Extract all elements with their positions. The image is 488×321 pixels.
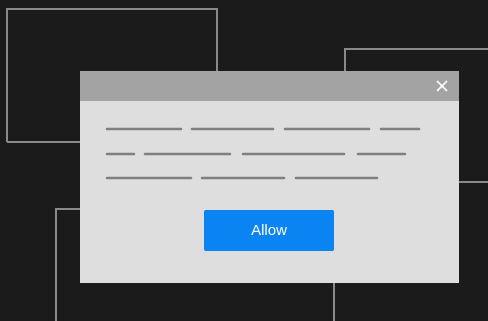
close-icon bbox=[436, 80, 448, 92]
close-button[interactable] bbox=[432, 76, 452, 96]
bg-outline-top-right bbox=[344, 48, 488, 71]
dialog-message-placeholder bbox=[105, 127, 421, 180]
bg-outline-bottom-left bbox=[55, 208, 80, 321]
permission-dialog: Allow bbox=[80, 71, 459, 283]
screen: Allow bbox=[0, 0, 488, 321]
allow-button[interactable]: Allow bbox=[204, 210, 334, 251]
dialog-header bbox=[80, 71, 459, 101]
